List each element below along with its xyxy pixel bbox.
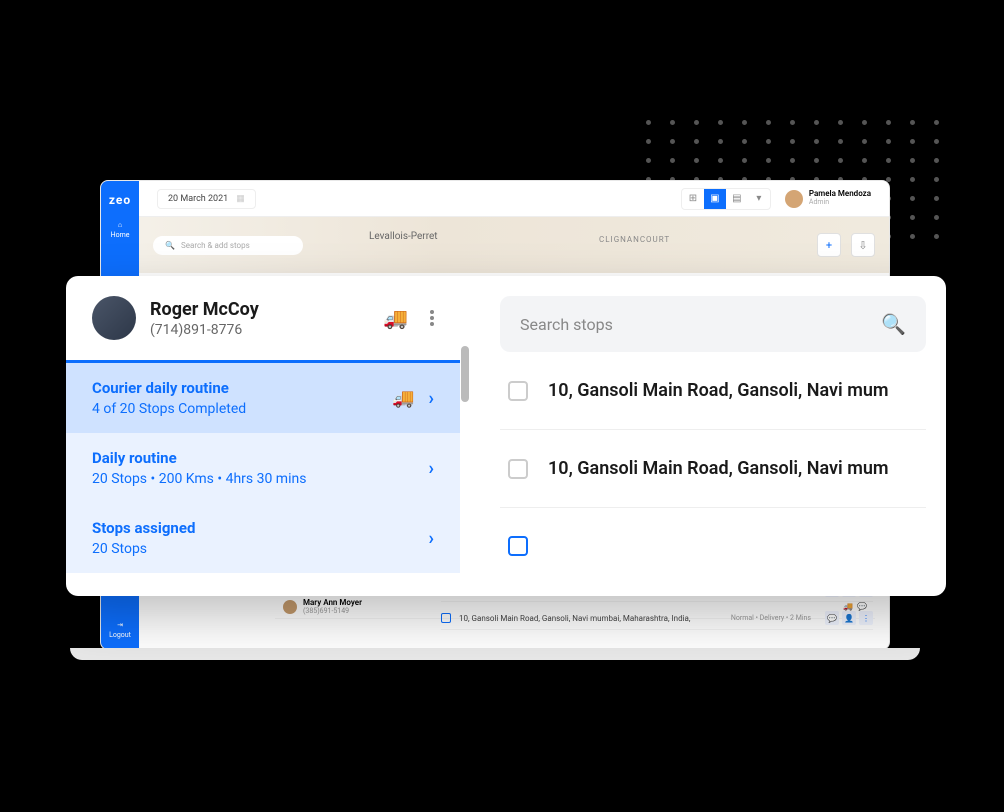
map-area[interactable]: 🔍 Search & add stops + ⇩ xyxy=(139,217,889,273)
logout-icon: ⇥ xyxy=(117,621,123,629)
route-item-courier[interactable]: Courier daily routine 4 of 20 Stops Comp… xyxy=(66,363,460,433)
sidebar-item-home[interactable]: ⌂ Home xyxy=(111,221,130,239)
bg-stop-row[interactable]: 10, Gansoli Main Road, Gansoli, Navi mum… xyxy=(441,607,873,630)
home-icon: ⌂ xyxy=(118,221,122,229)
date-picker[interactable]: 20 March 2021 ▦ xyxy=(157,189,256,209)
more-menu-button[interactable] xyxy=(430,310,434,326)
user-role: Admin xyxy=(809,199,871,207)
route-item-daily[interactable]: Daily routine 20 Stops • 200 Kms • 4hrs … xyxy=(66,433,460,503)
driver-phone: (714)891-8776 xyxy=(150,322,369,338)
laptop-base xyxy=(70,648,920,660)
topbar: 20 March 2021 ▦ ⊞ ▣ ▤ ▾ Pamela Mendoza A… xyxy=(139,181,889,217)
bg-stop-meta: Normal • Delivery • 2 Mins xyxy=(731,614,811,622)
chevron-right-icon: › xyxy=(429,388,434,409)
checkbox[interactable] xyxy=(508,536,528,556)
truck-icon: 🚚 xyxy=(392,388,414,409)
route-title: Stops assigned xyxy=(92,519,195,537)
stop-row[interactable]: 10, Gansoli Main Road, Gansoli, Navi mum xyxy=(500,430,926,508)
map-search-placeholder: Search & add stops xyxy=(181,241,250,250)
bg-stop-address: 10, Gansoli Main Road, Gansoli, Navi mum… xyxy=(459,614,690,623)
view-icon-2[interactable]: ▣ xyxy=(704,189,726,209)
chat-icon[interactable]: 💬 xyxy=(825,611,839,625)
person-icon[interactable]: 👤 xyxy=(842,611,856,625)
stop-row[interactable] xyxy=(500,508,926,556)
map-add-button[interactable]: + xyxy=(817,233,841,257)
avatar xyxy=(283,600,297,614)
driver-panel: Roger McCoy (714)891-8776 🚚 Courier dail… xyxy=(66,276,946,596)
user-menu[interactable]: Pamela Mendoza Admin xyxy=(785,190,871,208)
bg-user-phone: (385)691-5149 xyxy=(303,607,362,615)
scrollbar-thumb[interactable] xyxy=(461,346,469,402)
stop-row[interactable]: 10, Gansoli Main Road, Gansoli, Navi mum xyxy=(500,352,926,430)
driver-avatar xyxy=(92,296,136,340)
calendar-icon: ▦ xyxy=(236,194,245,204)
date-value: 20 March 2021 xyxy=(168,194,228,204)
stops-search-input[interactable]: Search stops 🔍 xyxy=(500,296,926,352)
truck-icon: 🚚 xyxy=(383,306,408,330)
map-import-button[interactable]: ⇩ xyxy=(851,233,875,257)
more-icon[interactable]: ⋮ xyxy=(859,611,873,625)
driver-name: Roger McCoy xyxy=(150,299,369,320)
search-icon: 🔍 xyxy=(881,312,906,336)
chevron-right-icon: › xyxy=(429,528,434,549)
stop-address: 10, Gansoli Main Road, Gansoli, Navi mum xyxy=(548,458,889,479)
driver-header: Roger McCoy (714)891-8776 🚚 xyxy=(66,276,460,360)
sidebar-item-logout[interactable]: ⇥ Logout xyxy=(101,621,139,639)
stop-address: 10, Gansoli Main Road, Gansoli, Navi mum xyxy=(548,380,889,401)
bg-user-name: Mary Ann Moyer xyxy=(303,598,362,607)
route-title: Daily routine xyxy=(92,449,306,467)
view-switcher: ⊞ ▣ ▤ ▾ xyxy=(681,188,771,210)
checkbox[interactable] xyxy=(508,459,528,479)
avatar xyxy=(785,190,803,208)
sidebar-logout-label: Logout xyxy=(109,631,131,639)
driver-routes-list: Roger McCoy (714)891-8776 🚚 Courier dail… xyxy=(66,276,460,596)
search-icon: 🔍 xyxy=(165,241,175,250)
route-subtitle: 20 Stops xyxy=(92,541,195,557)
brand-logo: zeo xyxy=(109,193,131,207)
search-placeholder: Search stops xyxy=(520,315,613,334)
checkbox[interactable] xyxy=(441,613,451,623)
view-icon-4[interactable]: ▾ xyxy=(748,189,770,209)
route-subtitle: 20 Stops • 200 Kms • 4hrs 30 mins xyxy=(92,471,306,487)
map-search-input[interactable]: 🔍 Search & add stops xyxy=(153,236,303,255)
view-icon-3[interactable]: ▤ xyxy=(726,189,748,209)
route-title: Courier daily routine xyxy=(92,379,246,397)
view-icon-1[interactable]: ⊞ xyxy=(682,189,704,209)
chevron-right-icon: › xyxy=(429,458,434,479)
scrollbar[interactable] xyxy=(460,276,470,596)
stops-panel: Search stops 🔍 10, Gansoli Main Road, Ga… xyxy=(470,276,946,596)
route-subtitle: 4 of 20 Stops Completed xyxy=(92,401,246,417)
checkbox[interactable] xyxy=(508,381,528,401)
route-item-assigned[interactable]: Stops assigned 20 Stops › xyxy=(66,503,460,573)
sidebar-home-label: Home xyxy=(111,231,130,239)
